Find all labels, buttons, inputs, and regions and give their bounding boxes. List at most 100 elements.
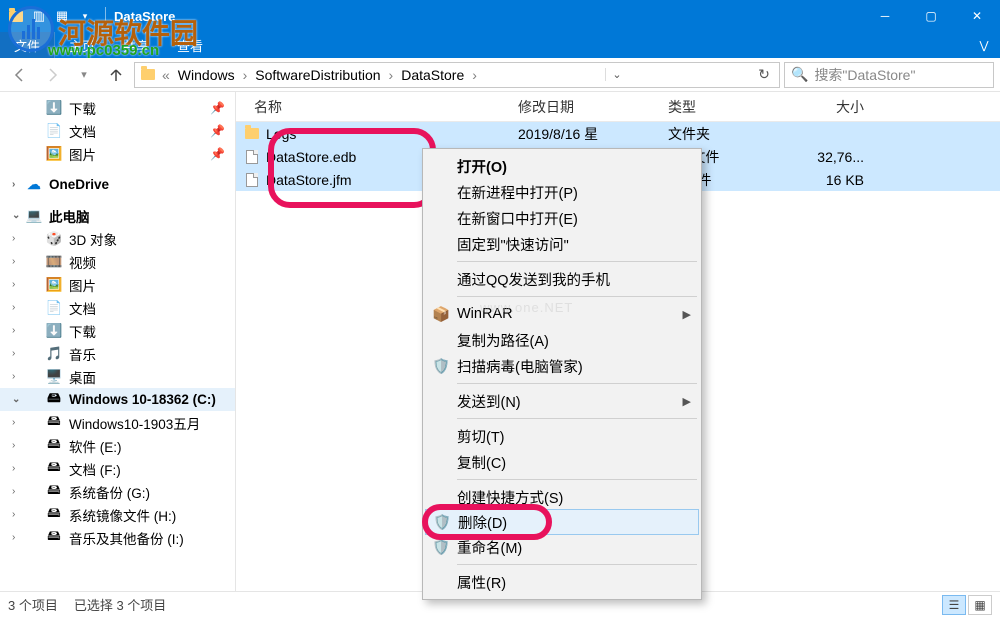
menu-properties[interactable]: 属性(R)	[425, 569, 699, 595]
tab-file[interactable]: 文件	[0, 32, 55, 58]
col-type[interactable]: 类型	[658, 97, 776, 117]
nav-back[interactable]	[6, 61, 34, 89]
crumb-datastore[interactable]: DataStore	[398, 67, 467, 83]
crumb-sep-icon[interactable]: ›	[469, 67, 480, 83]
qat-btn-2[interactable]: ▦	[52, 6, 72, 26]
nav-up[interactable]	[102, 61, 130, 89]
crumb-windows[interactable]: Windows	[175, 67, 238, 83]
chevron-right-icon[interactable]: ›	[12, 417, 15, 428]
nav-recent[interactable]: ▾	[70, 61, 98, 89]
context-menu: 打开(O) 在新进程中打开(P) 在新窗口中打开(E) 固定到"快速访问" 通过…	[422, 148, 702, 600]
chevron-right-icon[interactable]: ›	[12, 486, 15, 497]
nav-forward[interactable]	[38, 61, 66, 89]
onedrive-icon: ☁	[26, 177, 42, 193]
sidebar-item-documents2[interactable]: ›📄文档	[0, 296, 235, 319]
sidebar-item-thispc[interactable]: ⌄💻此电脑	[0, 204, 235, 227]
chevron-right-icon[interactable]: ›	[12, 256, 15, 267]
col-size[interactable]: 大小	[776, 97, 874, 117]
close-button[interactable]: ✕	[954, 0, 1000, 32]
chevron-right-icon[interactable]: ›	[12, 440, 15, 451]
chevron-down-icon[interactable]: ⌄	[12, 394, 20, 405]
ribbon-expand[interactable]: ⋁	[968, 39, 1000, 52]
crumb-sep-icon[interactable]: ›	[386, 67, 397, 83]
minimize-button[interactable]: ─	[862, 0, 908, 32]
chevron-right-icon[interactable]: ›	[12, 371, 15, 382]
sidebar-item-desktop[interactable]: ›🖥️桌面	[0, 365, 235, 388]
menu-separator	[457, 564, 697, 565]
chevron-right-icon[interactable]: ›	[12, 509, 15, 520]
sidebar-item-videos[interactable]: ›🎞️视频	[0, 250, 235, 273]
search-placeholder: 搜索"DataStore"	[814, 65, 915, 85]
chevron-right-icon[interactable]: ›	[12, 179, 15, 190]
sidebar-item-pictures[interactable]: 🖼️图片📌	[0, 142, 235, 165]
maximize-button[interactable]: ▢	[908, 0, 954, 32]
qat-dropdown[interactable]: ▾	[75, 6, 95, 26]
drive-icon: 🖴	[46, 507, 62, 523]
menu-copy[interactable]: 复制(C)	[425, 449, 699, 475]
chevron-right-icon[interactable]: ›	[12, 302, 15, 313]
col-name[interactable]: 名称	[244, 97, 508, 117]
menu-separator	[457, 296, 697, 297]
sidebar-item-fdrive[interactable]: ›🖴文档 (F:)	[0, 457, 235, 480]
status-count: 3 个项目	[8, 595, 74, 614]
sidebar-item-pictures2[interactable]: ›🖼️图片	[0, 273, 235, 296]
sidebar-item-gdrive[interactable]: ›🖴系统备份 (G:)	[0, 480, 235, 503]
addr-dropdown[interactable]: ⌄	[605, 68, 627, 81]
tab-share[interactable]: 共享	[109, 32, 163, 58]
status-selected: 已选择 3 个项目	[74, 595, 182, 614]
menu-delete[interactable]: 🛡️删除(D)	[425, 509, 699, 535]
drive-icon: 🖴	[46, 392, 62, 408]
menu-scan[interactable]: 🛡️扫描病毒(电脑管家)	[425, 353, 699, 379]
menu-open[interactable]: 打开(O)	[425, 153, 699, 179]
sidebar-item-downloads[interactable]: ⬇️下载📌	[0, 96, 235, 119]
crumb-softdist[interactable]: SoftwareDistribution	[252, 67, 383, 83]
qat-btn-1[interactable]: ▥	[29, 6, 49, 26]
column-header[interactable]: 名称 修改日期 类型 大小	[236, 92, 1000, 122]
sidebar-item-idrive[interactable]: ›🖴音乐及其他备份 (I:)	[0, 526, 235, 549]
winrar-icon: 📦	[432, 305, 450, 323]
menu-pin-quick[interactable]: 固定到"快速访问"	[425, 231, 699, 257]
chevron-right-icon[interactable]: ›	[12, 279, 15, 290]
menu-cut[interactable]: 剪切(T)	[425, 423, 699, 449]
view-icons-button[interactable]: ▦	[968, 595, 992, 615]
sidebar-item-cdrive[interactable]: ⌄🖴Windows 10-18362 (C:)	[0, 388, 235, 411]
refresh-button[interactable]: ↻	[753, 66, 775, 83]
pin-icon: 📌	[210, 147, 235, 161]
tab-home[interactable]: 主页	[55, 32, 109, 58]
table-row[interactable]: Logs 2019/8/16 星 文件夹	[236, 122, 1000, 145]
breadcrumb-overflow[interactable]: «	[159, 67, 173, 83]
search-input[interactable]: 🔍 搜索"DataStore"	[784, 62, 994, 88]
col-date[interactable]: 修改日期	[508, 97, 658, 117]
menu-copy-path[interactable]: 复制为路径(A)	[425, 327, 699, 353]
menu-send-to[interactable]: 发送到(N)▶	[425, 388, 699, 414]
sidebar-item-music[interactable]: ›🎵音乐	[0, 342, 235, 365]
drive-icon: 🖴	[46, 415, 62, 431]
menu-open-new-process[interactable]: 在新进程中打开(P)	[425, 179, 699, 205]
sidebar-item-documents[interactable]: 📄文档📌	[0, 119, 235, 142]
sidebar-item-onedrive[interactable]: ›☁OneDrive	[0, 173, 235, 196]
menu-rename[interactable]: 🛡️重命名(M)	[425, 534, 699, 560]
music-icon: 🎵	[46, 346, 62, 362]
chevron-right-icon[interactable]: ›	[12, 325, 15, 336]
chevron-down-icon[interactable]: ⌄	[12, 210, 20, 221]
menu-open-new-window[interactable]: 在新窗口中打开(E)	[425, 205, 699, 231]
folder-icon	[139, 66, 157, 84]
address-bar-row: ▾ « Windows › SoftwareDistribution › Dat…	[0, 58, 1000, 92]
sidebar-item-3d[interactable]: ›🎲3D 对象	[0, 227, 235, 250]
sidebar-item-downloads2[interactable]: ›⬇️下载	[0, 319, 235, 342]
sidebar-item-edrive[interactable]: ›🖴软件 (E:)	[0, 434, 235, 457]
view-details-button[interactable]: ☰	[942, 595, 966, 615]
submenu-arrow-icon: ▶	[683, 395, 691, 408]
chevron-right-icon[interactable]: ›	[12, 532, 15, 543]
crumb-sep-icon[interactable]: ›	[240, 67, 251, 83]
chevron-right-icon[interactable]: ›	[12, 233, 15, 244]
chevron-right-icon[interactable]: ›	[12, 348, 15, 359]
tab-view[interactable]: 查看	[163, 32, 217, 58]
chevron-right-icon[interactable]: ›	[12, 463, 15, 474]
sidebar-item-ddrive[interactable]: ›🖴Windows10-1903五月	[0, 411, 235, 434]
breadcrumb[interactable]: « Windows › SoftwareDistribution › DataS…	[134, 62, 780, 88]
menu-separator	[457, 261, 697, 262]
sidebar-item-hdrive[interactable]: ›🖴系统镜像文件 (H:)	[0, 503, 235, 526]
menu-shortcut[interactable]: 创建快捷方式(S)	[425, 484, 699, 510]
menu-qq-send[interactable]: 通过QQ发送到我的手机	[425, 266, 699, 292]
